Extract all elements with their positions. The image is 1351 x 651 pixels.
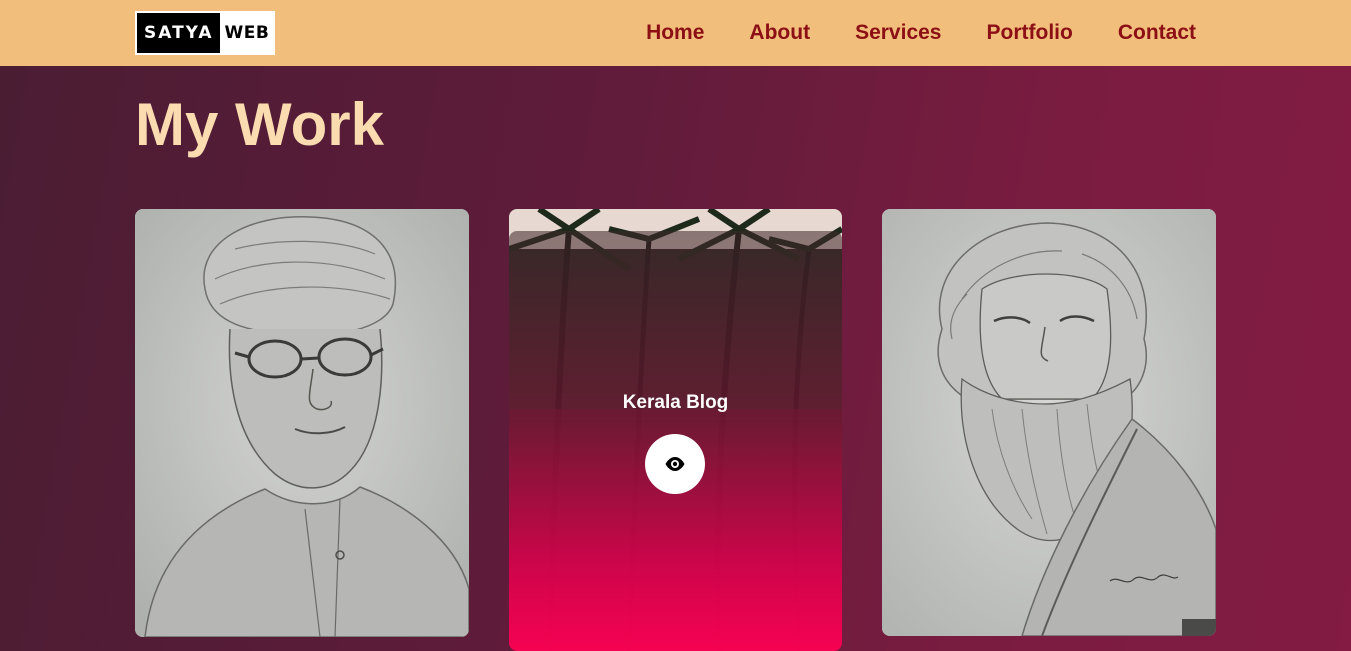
page-title: My Work [135,91,384,158]
logo-text-secondary: WEB [224,23,270,43]
portfolio-card-portrait-2[interactable] [882,209,1216,636]
view-project-button[interactable] [645,434,705,494]
logo-text-primary: SATYA [137,13,220,53]
portrait-sketch-image [882,209,1216,636]
eye-icon [665,457,685,471]
nav-menu: Home About Services Portfolio Contact [601,0,1196,66]
card-title: Kerala Blog [622,392,729,413]
portfolio-card-kerala-blog[interactable]: Kerala Blog [509,209,842,651]
nav-link-contact[interactable]: Contact [1118,21,1196,45]
portrait-sketch-image [135,209,469,637]
nav-link-about[interactable]: About [749,21,810,45]
nav-link-services[interactable]: Services [855,21,941,45]
portfolio-card-portrait-1[interactable] [135,209,469,637]
navbar: SATYA WEB Home About Services Portfolio … [0,0,1351,66]
nav-link-portfolio[interactable]: Portfolio [987,21,1073,45]
nav-link-home[interactable]: Home [646,21,704,45]
logo[interactable]: SATYA WEB [135,11,275,55]
